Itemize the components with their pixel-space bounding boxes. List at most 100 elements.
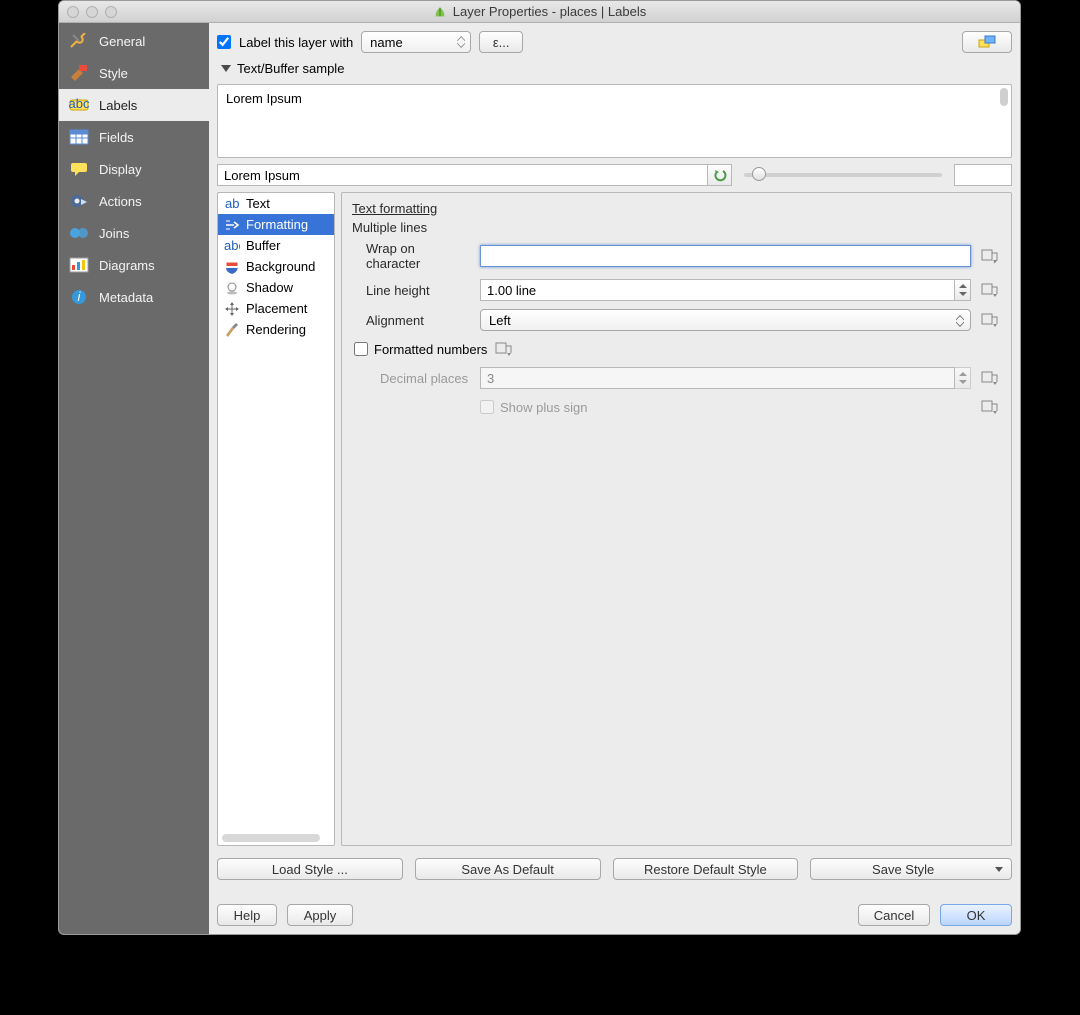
label-field-value: name <box>370 35 403 50</box>
data-defined-show-plus[interactable] <box>979 397 1001 417</box>
subtab-formatting[interactable]: Formatting <box>218 214 334 235</box>
sidebar-item-labels[interactable]: abc Labels <box>59 89 209 121</box>
load-style-button[interactable]: Load Style ... <box>217 858 403 880</box>
main-panel: Label this layer with name ε... Text/Buf… <box>209 23 1020 934</box>
data-defined-decimal[interactable] <box>979 368 1001 388</box>
sidebar-item-metadata[interactable]: i Metadata <box>59 281 209 313</box>
label-layer-text: Label this layer with <box>239 35 353 50</box>
cancel-button[interactable]: Cancel <box>858 904 930 926</box>
subtab-label: Buffer <box>246 238 280 253</box>
sidebar-item-joins[interactable]: Joins <box>59 217 209 249</box>
subtab-label: Background <box>246 259 315 274</box>
subtab-label: Rendering <box>246 322 306 337</box>
lineheight-spinner[interactable] <box>955 279 971 301</box>
label-layer-checkbox[interactable] <box>217 35 231 49</box>
titlebar: Layer Properties - places | Labels <box>59 1 1020 23</box>
expression-button[interactable]: ε... <box>479 31 523 53</box>
subtab-label: Text <box>246 196 270 211</box>
info-icon: i <box>69 289 89 305</box>
sidebar-item-display[interactable]: Display <box>59 153 209 185</box>
sample-text-input[interactable] <box>217 164 708 186</box>
buffer-icon: abc <box>224 239 240 253</box>
preview-box: Lorem Ipsum <box>217 84 1012 158</box>
preview-disclosure[interactable]: Text/Buffer sample <box>217 59 1012 78</box>
lineheight-label: Line height <box>352 283 472 298</box>
zoom-window-button[interactable] <box>105 6 117 18</box>
sidebar-item-label: Fields <box>99 130 134 145</box>
preview-size-value[interactable] <box>954 164 1012 186</box>
shadow-icon <box>224 281 240 295</box>
show-plus-label: Show plus sign <box>500 400 587 415</box>
chart-icon <box>69 257 89 273</box>
sidebar-item-label: Labels <box>99 98 137 113</box>
sidebar: General Style abc Labels Fields Display … <box>59 23 209 934</box>
alignment-value: Left <box>489 313 511 328</box>
tooltip-icon <box>69 161 89 177</box>
close-window-button[interactable] <box>67 6 79 18</box>
preview-scrollbar[interactable] <box>1000 88 1008 106</box>
labels-engine-icon <box>977 35 997 49</box>
gear-play-icon <box>69 193 89 209</box>
subtab-placement[interactable]: Placement <box>218 298 334 319</box>
subtab-shadow[interactable]: Shadow <box>218 277 334 298</box>
restore-default-style-button[interactable]: Restore Default Style <box>613 858 799 880</box>
layer-properties-window: Layer Properties - places | Labels Gener… <box>58 0 1021 935</box>
data-defined-formatted-numbers[interactable] <box>493 339 515 359</box>
save-style-button[interactable]: Save Style <box>810 858 1012 880</box>
preview-section-label: Text/Buffer sample <box>237 61 344 76</box>
slider-thumb[interactable] <box>752 167 766 181</box>
preview-text: Lorem Ipsum <box>226 91 302 106</box>
sidebar-item-label: Actions <box>99 194 142 209</box>
subtab-text[interactable]: abc Text <box>218 193 334 214</box>
label-field-combo[interactable]: name <box>361 31 471 53</box>
subtab-label: Placement <box>246 301 307 316</box>
subtab-list: abc Text Formatting abc Buffer Backgroun… <box>217 192 335 846</box>
sidebar-item-label: Style <box>99 66 128 81</box>
formatting-panel: Text formatting Multiple lines Wrap on c… <box>341 192 1012 846</box>
sidebar-item-style[interactable]: Style <box>59 57 209 89</box>
subtab-background[interactable]: Background <box>218 256 334 277</box>
rendering-icon <box>224 323 240 337</box>
formatted-numbers-label: Formatted numbers <box>374 342 487 357</box>
subtab-buffer[interactable]: abc Buffer <box>218 235 334 256</box>
wrench-icon <box>69 33 89 49</box>
sidebar-item-general[interactable]: General <box>59 25 209 57</box>
window-title: Layer Properties - places | Labels <box>453 4 646 19</box>
table-icon <box>69 129 89 145</box>
ok-button[interactable]: OK <box>940 904 1012 926</box>
svg-text:abc: abc <box>224 239 240 253</box>
alignment-label: Alignment <box>352 313 472 328</box>
placement-icon <box>224 302 240 316</box>
preview-size-slider[interactable] <box>738 173 948 177</box>
sidebar-item-diagrams[interactable]: Diagrams <box>59 249 209 281</box>
data-defined-alignment[interactable] <box>979 310 1001 330</box>
alignment-select[interactable]: Left <box>480 309 971 331</box>
automated-placement-button[interactable] <box>962 31 1012 53</box>
subtab-label: Formatting <box>246 217 308 232</box>
apply-button[interactable]: Apply <box>287 904 353 926</box>
reset-sample-button[interactable] <box>708 164 732 186</box>
sidebar-item-label: Joins <box>99 226 129 241</box>
section-heading: Text formatting <box>352 201 1001 216</box>
wrap-character-input[interactable] <box>480 245 971 267</box>
data-defined-wrap[interactable] <box>979 246 1001 266</box>
sidebar-item-actions[interactable]: Actions <box>59 185 209 217</box>
label-icon: abc <box>69 97 89 113</box>
sidebar-item-fields[interactable]: Fields <box>59 121 209 153</box>
decimal-places-input <box>480 367 955 389</box>
multiple-lines-label: Multiple lines <box>352 220 1001 235</box>
undo-icon <box>713 168 727 182</box>
disclosure-triangle-icon <box>221 65 231 72</box>
help-button[interactable]: Help <box>217 904 277 926</box>
show-plus-checkbox <box>480 400 494 414</box>
subtab-rendering[interactable]: Rendering <box>218 319 334 340</box>
data-defined-lineheight[interactable] <box>979 280 1001 300</box>
decimal-spinner <box>955 367 971 389</box>
formatted-numbers-checkbox[interactable] <box>354 342 368 356</box>
subtabs-scrollbar[interactable] <box>222 834 320 842</box>
save-as-default-button[interactable]: Save As Default <box>415 858 601 880</box>
lineheight-input[interactable] <box>480 279 955 301</box>
wrap-label: Wrap on character <box>352 241 472 271</box>
svg-text:abc: abc <box>69 97 89 111</box>
minimize-window-button[interactable] <box>86 6 98 18</box>
